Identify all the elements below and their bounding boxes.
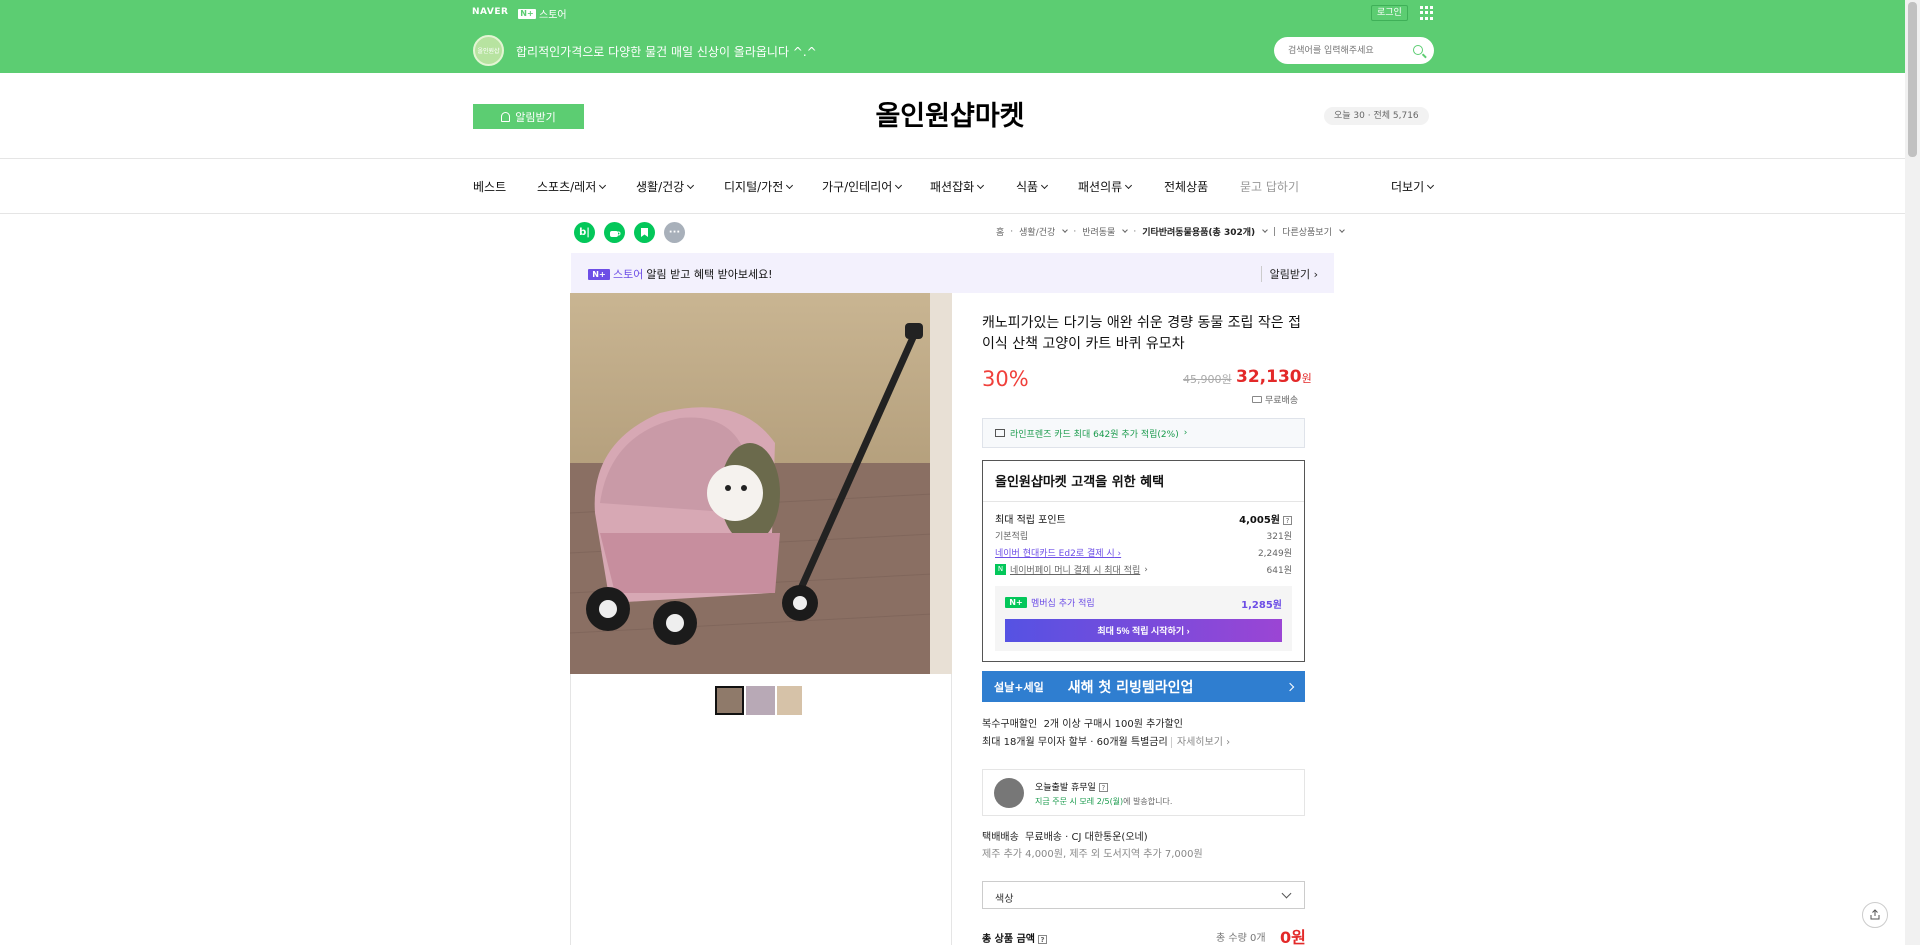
breadcrumb-cat2[interactable]: 반려동물	[1082, 225, 1115, 238]
bell-icon	[501, 111, 511, 122]
nstore-label: 스토어	[539, 10, 567, 21]
nav-digital[interactable]: 디지털/가전	[724, 178, 794, 195]
banner-text: 알림 받고 혜택 받아보세요!	[646, 268, 773, 281]
divider	[0, 213, 1905, 214]
login-button[interactable]: 로그인	[1371, 5, 1408, 21]
nav-fashion-clothing[interactable]: 패션의류	[1078, 178, 1133, 195]
nstore-link[interactable]: N+ 스토어	[518, 6, 567, 21]
today-delivery-box: 오늘출발 휴무일? 지금 주문 시 모레 2/5(월)에 발송합니다.	[982, 769, 1305, 816]
free-shipping: 무료배송	[1252, 393, 1298, 406]
help-icon[interactable]: ?	[1037, 935, 1047, 944]
nstore-label: 스토어	[613, 268, 644, 281]
thumbnail-3[interactable]	[777, 686, 802, 715]
original-price: 45,900원	[1183, 373, 1232, 386]
sale-price: 32,130원	[1236, 367, 1312, 387]
nav-best[interactable]: 베스트	[473, 178, 506, 195]
visitor-count: 오늘 30 · 전체 5,716	[1324, 107, 1429, 125]
truck-icon	[994, 778, 1024, 808]
card-promo[interactable]: 라인프렌즈 카드 최대 642원 추가 적립(2%) ›	[982, 418, 1305, 448]
store-logo[interactable]: 올인원샵	[473, 35, 504, 66]
color-option-select[interactable]: 색상	[982, 881, 1305, 909]
shipping-extra: 제주 추가 4,000원, 제주 외 도서지역 추가 7,000원	[982, 849, 1203, 860]
blog-icon[interactable]: b|	[574, 222, 595, 243]
total-count: 총 수량 0개	[1216, 933, 1266, 944]
nav-food[interactable]: 식품	[1016, 178, 1049, 195]
store-alarm-banner: N+ 스토어 알림 받고 혜택 받아보세요! 알림받기 ›	[571, 253, 1334, 293]
total-label: 총 상품 금액?	[982, 930, 1047, 945]
basic-points-row: 기본적립 321원	[995, 532, 1292, 542]
multi-discount: 복수구매할인 2개 이상 구매시 100원 추가할인	[982, 719, 1183, 730]
top-bar	[0, 0, 1905, 73]
divider	[0, 158, 1905, 159]
nav-furniture[interactable]: 가구/인테리어	[822, 178, 903, 195]
npay-icon: N	[995, 564, 1006, 575]
breadcrumb-home[interactable]: 홈	[996, 225, 1004, 238]
breadcrumb-cat3[interactable]: 기타반려동물용품(총 302개)	[1142, 225, 1255, 238]
nav-fashion-goods[interactable]: 패션잡화	[930, 178, 985, 195]
installment-info: 최대 18개월 무이자 할부 · 60개월 특별금리 자세히보기 ›	[982, 737, 1231, 748]
nav-more[interactable]: 더보기	[1391, 178, 1435, 195]
help-icon[interactable]: ?	[1098, 783, 1108, 792]
card-icon	[995, 429, 1005, 437]
nplus-badge: N+	[588, 268, 610, 280]
store-notice: 합리적인가격으로 다양한 물건 매일 신상이 올라옵니다 ^.^	[516, 45, 817, 59]
membership-box: N+ 멤버십 추가 적립 1,285원 최대 5% 적립 시작하기 ›	[995, 586, 1292, 651]
card-points-row[interactable]: 네이버 현대카드 Ed2로 결제 시 › 2,249원	[995, 546, 1292, 559]
search-box	[1274, 37, 1434, 64]
total-amount: 0원	[1280, 928, 1306, 945]
truck-icon	[1252, 396, 1262, 403]
promo-ad-banner[interactable]: 설날+세일 새해 첫 리빙템라인업	[982, 671, 1305, 702]
scrollbar-thumb[interactable]	[1908, 2, 1917, 157]
discount-rate: 30%	[982, 367, 1029, 391]
thumbnail-2[interactable]	[746, 686, 775, 715]
thumbnail-1[interactable]	[715, 686, 744, 715]
naver-logo[interactable]: NAVER	[472, 7, 508, 17]
max-points-row: 최대 적립 포인트 4,005원?	[995, 511, 1292, 526]
more-icon[interactable]: ···	[664, 222, 685, 243]
talk-icon[interactable]	[604, 222, 625, 243]
installment-more-link[interactable]: 자세히보기 ›	[1170, 737, 1231, 748]
nav-all-products[interactable]: 전체상품	[1164, 178, 1208, 195]
banner-alarm-link[interactable]: 알림받기 ›	[1260, 266, 1318, 282]
search-input[interactable]	[1288, 37, 1408, 64]
breadcrumb: 홈 · 생활/건강 · 반려동물 · 기타반려동물용품(총 302개) | 다른…	[996, 225, 1345, 238]
other-products-link[interactable]: 다른상품보기	[1282, 225, 1332, 238]
nav-qna[interactable]: 묻고 답하기	[1240, 178, 1299, 195]
apps-grid-icon[interactable]	[1420, 6, 1434, 20]
product-image[interactable]	[570, 293, 952, 674]
search-icon[interactable]	[1413, 45, 1423, 55]
benefit-box: 올인원샵마켓 고객을 위한 혜택 최대 적립 포인트 4,005원? 기본적립 …	[982, 460, 1305, 662]
benefit-title: 올인원샵마켓 고객을 위한 혜택	[995, 475, 1165, 490]
nplus-badge: N+	[518, 8, 536, 19]
chevron-down-icon	[1281, 888, 1292, 899]
chevron-right-icon	[1285, 682, 1295, 691]
shipping-info: 택배배송 무료배송 · CJ 대한통운(오네)	[982, 832, 1148, 843]
breadcrumb-cat1[interactable]: 생활/건강	[1019, 225, 1055, 238]
pay-points-row[interactable]: N 네이버페이 머니 결제 시 최대 적립 › 641원	[995, 563, 1292, 576]
product-title: 캐노피가있는 다기능 애완 쉬운 경량 동물 조립 작은 접이식 산책 고양이 …	[982, 315, 1301, 352]
store-title[interactable]: 올인원샵마켓	[860, 94, 1040, 133]
alarm-button-label: 알림받기	[515, 111, 556, 124]
bookmark-icon[interactable]	[634, 222, 655, 243]
alarm-button[interactable]: 알림받기	[473, 104, 584, 129]
nav-living[interactable]: 생활/건강	[636, 178, 695, 195]
nav-sports[interactable]: 스포츠/레저	[537, 178, 607, 195]
share-icon[interactable]	[1862, 902, 1888, 928]
membership-start-button[interactable]: 최대 5% 적립 시작하기 ›	[1005, 619, 1282, 642]
help-icon[interactable]: ?	[1283, 516, 1292, 525]
